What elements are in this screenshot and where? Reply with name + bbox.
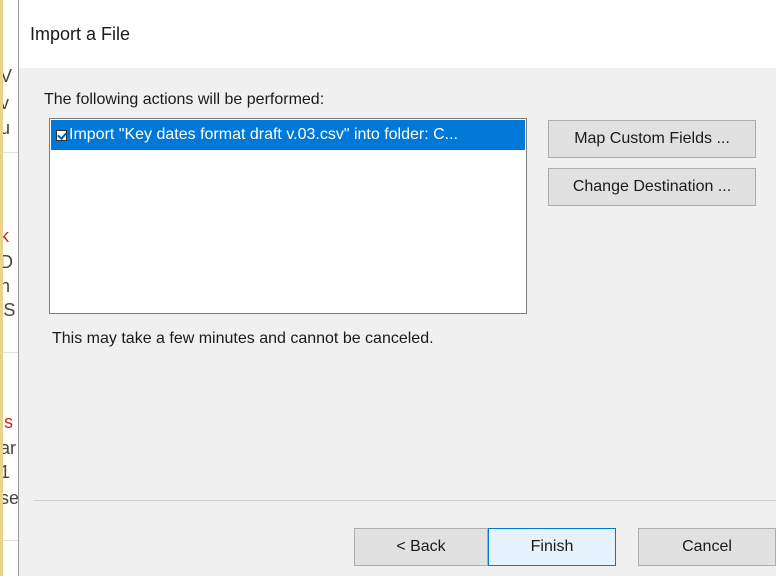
finish-button[interactable]: Finish — [488, 528, 616, 566]
actions-list[interactable]: Import "Key dates format draft v.03.csv"… — [49, 118, 527, 314]
back-button[interactable]: < Back — [354, 528, 488, 566]
dialog-border — [18, 0, 19, 576]
checkbox[interactable] — [56, 129, 67, 141]
list-item[interactable]: Import "Key dates format draft v.03.csv"… — [51, 120, 525, 150]
import-dialog: Import a File The following actions will… — [18, 0, 776, 576]
screen: V v u k D h 'S js ar 1 se Import a File … — [0, 0, 776, 576]
footer-divider — [34, 500, 776, 501]
map-custom-fields-button[interactable]: Map Custom Fields ... — [548, 120, 756, 158]
note-text: This may take a few minutes and cannot b… — [52, 330, 434, 347]
list-item-label: Import "Key dates format draft v.03.csv"… — [69, 126, 458, 143]
actions-label: The following actions will be performed: — [44, 91, 325, 108]
dialog-header: Import a File — [18, 0, 776, 68]
background-window-border — [0, 0, 3, 576]
change-destination-button[interactable]: Change Destination ... — [548, 168, 756, 206]
dialog-title: Import a File — [30, 24, 131, 44]
cancel-button[interactable]: Cancel — [638, 528, 776, 566]
